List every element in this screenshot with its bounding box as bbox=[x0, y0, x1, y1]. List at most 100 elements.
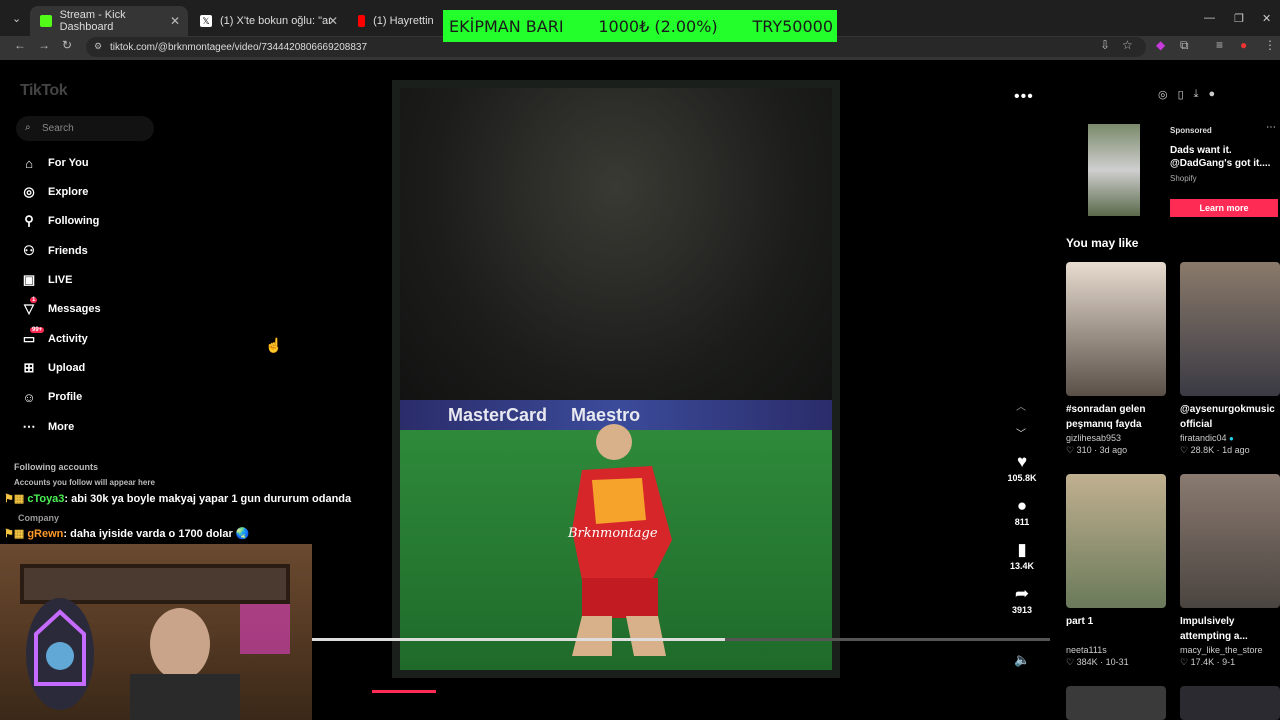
activity-badge: 99+ bbox=[30, 327, 45, 333]
nav-label: Explore bbox=[48, 186, 89, 198]
card-age: 1d ago bbox=[1222, 445, 1250, 455]
card-author: gizlihesab953 bbox=[1066, 433, 1122, 443]
browser-tab-x[interactable]: 𝕏 (1) X'te bokun oğlu: "arjantinli d ✕ bbox=[190, 6, 346, 36]
close-tab-icon[interactable]: ✕ bbox=[328, 14, 338, 28]
messages-badge: 1 bbox=[30, 297, 38, 303]
nav-label: Upload bbox=[48, 362, 86, 374]
forward-icon[interactable]: → bbox=[38, 38, 50, 52]
nav-explore[interactable]: ◎ Explore bbox=[20, 181, 88, 203]
card-author: macy_like_the_store bbox=[1180, 645, 1263, 655]
video-player[interactable]: MasterCard Maestro Brknmontage bbox=[392, 80, 840, 678]
ad-brand: Shopify bbox=[1170, 174, 1197, 183]
equipment-goal-banner: EKİPMAN BARI 1000₺ (2.00%) TRY50000 bbox=[443, 10, 837, 42]
comment-button[interactable]: ● 811 bbox=[1002, 496, 1042, 527]
heart-outline-icon: ♡ bbox=[1066, 445, 1077, 455]
nav-activity[interactable]: ▭ 99+ Activity bbox=[20, 327, 88, 350]
card-meta: ♡ 28.8K · 1d ago bbox=[1180, 445, 1250, 455]
back-icon[interactable]: ← bbox=[14, 38, 26, 52]
install-app-icon[interactable]: ⇩ bbox=[1100, 38, 1110, 52]
compass-icon: ◎ bbox=[23, 184, 35, 199]
extension-icon[interactable]: ◆ bbox=[1156, 38, 1165, 52]
browser-menu-icon[interactable]: ⋮ bbox=[1264, 38, 1276, 52]
person-follow-icon: ⚲ bbox=[24, 213, 34, 228]
card-title: @aysenurgokmusicofficial bbox=[1180, 404, 1275, 430]
close-tab-icon[interactable]: ✕ bbox=[170, 14, 180, 28]
tab-title: (1) X'te bokun oğlu: "arjantinli d bbox=[220, 15, 330, 27]
phone-icon[interactable]: ▯ bbox=[1178, 88, 1184, 101]
save-button[interactable]: ▮ 13.4K bbox=[1002, 540, 1042, 571]
extensions-puzzle-icon[interactable]: ⧉ bbox=[1180, 38, 1189, 53]
bookmark-icon: ▮ bbox=[1017, 540, 1027, 559]
download-icon[interactable]: ⤓ bbox=[1194, 88, 1199, 101]
nav-label: Friends bbox=[48, 245, 88, 257]
bookmark-star-icon[interactable]: ☆ bbox=[1122, 38, 1133, 52]
webcam-scene bbox=[20, 564, 290, 720]
heart-outline-icon: ♡ bbox=[1180, 445, 1191, 455]
nav-profile[interactable]: ☺ Profile bbox=[20, 386, 82, 408]
nav-label: Activity bbox=[48, 333, 88, 345]
nav-messages[interactable]: ▽ 1 Messages bbox=[20, 297, 101, 320]
nav-friends[interactable]: ⚇ Friends bbox=[20, 240, 88, 262]
following-accounts-heading: Following accounts bbox=[14, 462, 99, 472]
media-control-icon[interactable]: ≡ bbox=[1216, 38, 1223, 52]
chevron-up-icon[interactable]: ︿ bbox=[1016, 398, 1026, 413]
sponsored-label: Sponsored bbox=[1170, 126, 1212, 135]
ad-menu-icon[interactable]: ⋯ bbox=[1266, 122, 1276, 133]
nav-label: Profile bbox=[48, 391, 83, 403]
recommended-video-card[interactable]: Impulsively attempting a... macy_like_th… bbox=[1180, 474, 1280, 668]
ad-thumbnail[interactable] bbox=[1088, 124, 1140, 216]
video-thumbnail bbox=[1066, 262, 1166, 396]
friends-icon: ⚇ bbox=[23, 243, 35, 258]
recommended-video-card[interactable]: #sonradan gelen peşmanıq fayda deyil giz… bbox=[1066, 262, 1166, 456]
live-icon: ▣ bbox=[22, 272, 36, 287]
tab-search-icon[interactable]: ⌄ bbox=[12, 12, 21, 25]
nav-label: LIVE bbox=[48, 274, 73, 286]
maximize-icon[interactable]: ❐ bbox=[1234, 12, 1244, 25]
compass-icon[interactable]: ◎ bbox=[1158, 88, 1168, 101]
card-meta: ♡ 17.4K · 9-1 bbox=[1180, 657, 1236, 667]
nav-upload[interactable]: ⊞ Upload bbox=[20, 357, 86, 379]
more-options-icon[interactable]: ••• bbox=[1014, 88, 1034, 106]
user-avatar-icon[interactable]: ● bbox=[1209, 88, 1216, 101]
volume-icon[interactable]: 🔈 bbox=[1014, 652, 1030, 668]
recommended-video-card[interactable]: @aysenurgokmusicofficial firatandic04 ● … bbox=[1180, 262, 1280, 456]
youtube-favicon-icon bbox=[358, 15, 366, 27]
video-thumbnail bbox=[1066, 474, 1166, 608]
browser-tab-kick[interactable]: Stream - Kick Dashboard ✕ bbox=[30, 6, 188, 36]
profile-avatar-icon[interactable]: ● bbox=[1240, 38, 1247, 52]
verified-badge-icon: ● bbox=[1229, 434, 1234, 443]
chat-badge-icon: ⚑▦ bbox=[4, 493, 25, 505]
search-input[interactable]: ⌕ Search bbox=[16, 116, 154, 141]
goal-amount: 1000₺ (2.00%) bbox=[598, 16, 718, 36]
card-title: part 1 bbox=[1066, 616, 1094, 627]
video-thumbnail bbox=[1180, 474, 1280, 608]
chevron-down-icon[interactable]: ﹀ bbox=[1016, 425, 1026, 440]
video-thumbnail-partial[interactable] bbox=[1066, 686, 1166, 720]
home-icon: ⌂ bbox=[25, 155, 33, 171]
chat-username: gRewn bbox=[27, 528, 64, 540]
heart-outline-icon: ♡ bbox=[1066, 657, 1077, 667]
browser-tab-youtube[interactable]: (1) Hayrettin ile Kaos bbox=[348, 6, 444, 36]
nav-more[interactable]: ⋯ More bbox=[20, 416, 75, 438]
minimize-icon[interactable]: — bbox=[1204, 12, 1215, 24]
reload-icon[interactable]: ↻ bbox=[62, 38, 72, 52]
tiktok-logo[interactable]: TikTok bbox=[20, 82, 68, 100]
nav-for-you[interactable]: ⌂ For You bbox=[20, 152, 88, 174]
crowd-scene bbox=[400, 88, 832, 418]
x-favicon-icon: 𝕏 bbox=[200, 15, 212, 27]
heart-icon: ♥ bbox=[1016, 452, 1028, 471]
card-age: 3d ago bbox=[1099, 445, 1128, 455]
learn-more-button[interactable]: Learn more bbox=[1170, 199, 1278, 217]
recommended-video-card[interactable]: part 1 neeta111s ♡ 384K · 10-31 bbox=[1066, 474, 1166, 668]
ad-text[interactable]: Dads want it. @DadGang's got it.... bbox=[1170, 144, 1280, 170]
chat-message: ⚑▦ cToya3: abi 30k ya boyle makyaj yapar… bbox=[4, 492, 351, 505]
nav-live[interactable]: ▣ LIVE bbox=[20, 269, 73, 291]
goal-label: EKİPMAN BARI bbox=[449, 16, 564, 36]
site-info-icon[interactable]: ⚙ bbox=[94, 41, 102, 52]
share-button[interactable]: ➦ 3913 bbox=[1002, 584, 1042, 615]
like-button[interactable]: ♥ 105.8K bbox=[1002, 452, 1042, 483]
nav-following[interactable]: ⚲ Following bbox=[20, 210, 99, 232]
video-watermark: Brknmontage bbox=[568, 526, 658, 541]
close-window-icon[interactable]: ✕ bbox=[1262, 12, 1271, 25]
video-thumbnail-partial[interactable] bbox=[1180, 686, 1280, 720]
